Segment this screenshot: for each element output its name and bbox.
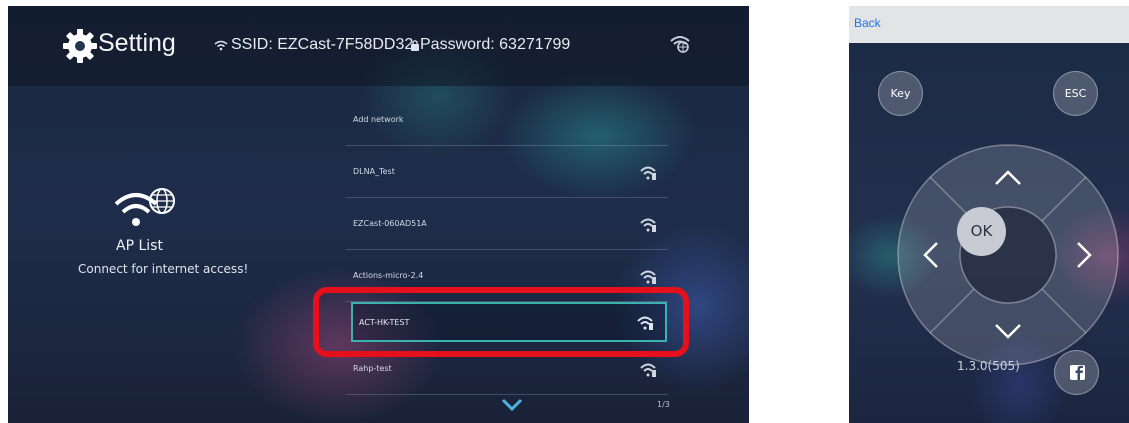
ssid-label: SSID: EZCast-7F58DD32	[214, 36, 413, 54]
setting-title: Setting	[98, 29, 176, 57]
list-item-network[interactable]: EZCast-060AD51A	[346, 201, 668, 250]
network-name: Rahp-test	[353, 364, 392, 373]
phone-remote-screen: Back Key ESC OK 1.3.0(505)	[849, 6, 1129, 423]
ssid-text: SSID: EZCast-7F58DD32	[231, 36, 414, 53]
gear-icon	[63, 29, 97, 63]
network-name: DLNA_Test	[353, 167, 395, 176]
password-text: Password: 63271799	[420, 36, 571, 53]
wifi-signal-icon	[640, 166, 656, 180]
app-version: 1.3.0(505)	[957, 359, 1020, 373]
key-button[interactable]: Key	[878, 71, 923, 116]
dpad	[897, 144, 1119, 366]
list-item-network[interactable]: DLNA_Test	[346, 149, 668, 198]
network-name: EZCast-060AD51A	[353, 219, 427, 228]
ok-button[interactable]: OK	[957, 207, 1006, 256]
esc-button[interactable]: ESC	[1053, 71, 1098, 116]
selection-highlight	[313, 287, 689, 357]
ap-list-subtitle: Connect for internet access!	[78, 262, 249, 276]
chevron-down-icon[interactable]	[501, 398, 523, 412]
facebook-icon	[1070, 365, 1085, 380]
network-name: Add network	[353, 115, 404, 124]
network-status-icon[interactable]	[669, 32, 691, 54]
password-label: Password: 63271799	[410, 36, 570, 54]
page-indicator: 1/3	[657, 400, 670, 409]
setting-header: Setting SSID: EZCast-7F58DD32 Password: …	[8, 6, 749, 86]
network-name: Actions-micro-2.4	[353, 271, 424, 280]
wifi-signal-icon	[640, 363, 656, 377]
facebook-button[interactable]	[1054, 350, 1099, 395]
wifi-signal-icon	[640, 218, 656, 232]
wifi-small-icon	[214, 40, 228, 51]
wifi-signal-icon	[640, 270, 656, 284]
back-button[interactable]: Back	[854, 16, 881, 30]
ap-list-title: AP List	[116, 238, 163, 254]
list-item-add-network[interactable]: Add network	[346, 97, 668, 146]
tv-setting-screen: Setting SSID: EZCast-7F58DD32 Password: …	[8, 6, 749, 423]
lock-icon	[411, 39, 419, 51]
nav-bar: Back	[849, 6, 1129, 43]
wifi-globe-icon	[114, 188, 175, 226]
